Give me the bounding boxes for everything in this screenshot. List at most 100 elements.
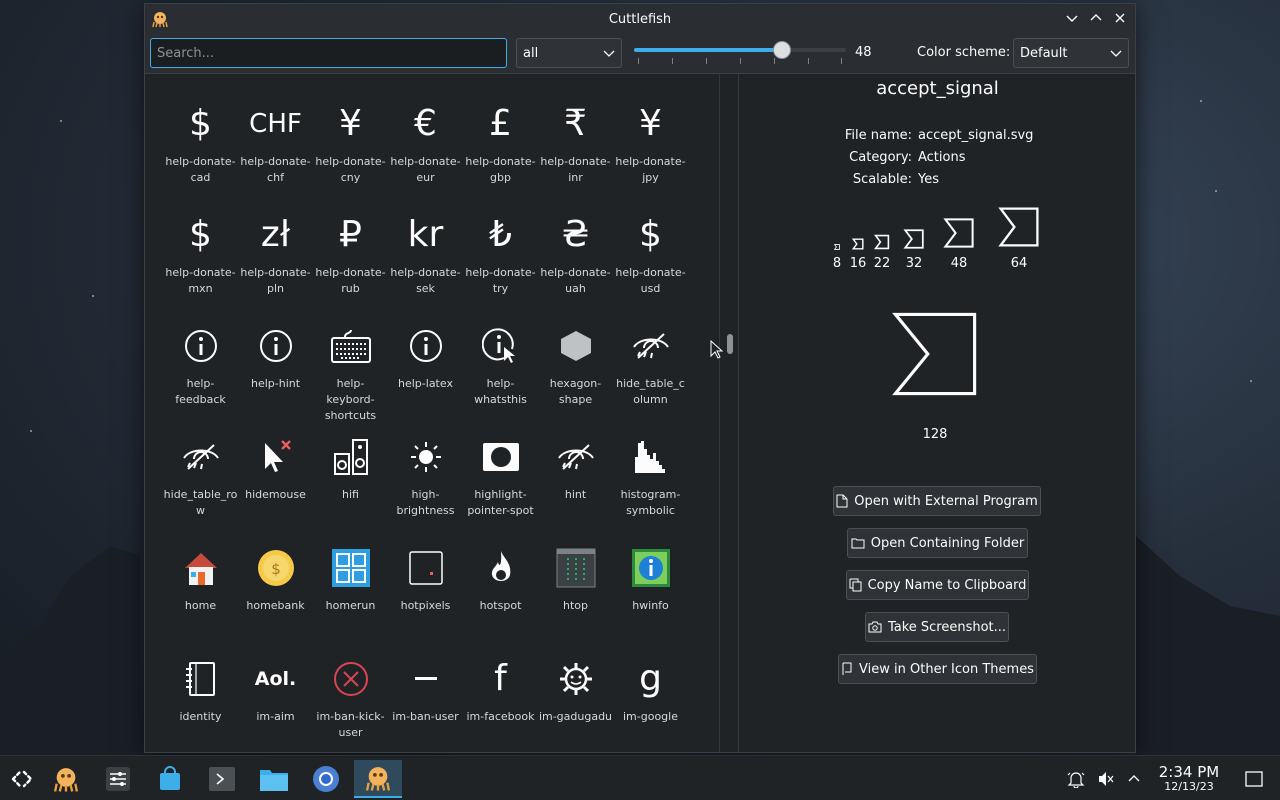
taskbar-discover[interactable] xyxy=(148,760,192,798)
icon-glyph: kr xyxy=(407,214,444,255)
contact-book-icon xyxy=(179,657,223,701)
close-button[interactable] xyxy=(1111,9,1129,27)
icon-grid-item[interactable]: homerun xyxy=(313,540,388,651)
open-folder-button[interactable]: Open Containing Folder xyxy=(847,528,1028,558)
dollar-icon: $ xyxy=(629,213,673,257)
icon-grid-item[interactable]: $ help-donate-usd xyxy=(613,207,688,318)
icon-grid-item[interactable]: ₽ help-donate-rub xyxy=(313,207,388,318)
facebook-icon: f xyxy=(479,657,523,701)
icon-grid-item[interactable]: hint xyxy=(538,429,613,540)
other-themes-button[interactable]: View in Other Icon Themes xyxy=(838,654,1037,684)
icon-grid-item[interactable]: histogram-symbolic xyxy=(613,429,688,540)
icon-grid-item[interactable]: hifi xyxy=(313,429,388,540)
icon-grid-label: help-donate-try xyxy=(465,266,536,295)
slider-handle[interactable] xyxy=(773,41,791,59)
icon-grid-item[interactable]: highlight-pointer-spot xyxy=(463,429,538,540)
preview-size-8: 8 xyxy=(828,244,846,271)
minimize-button[interactable] xyxy=(1063,9,1081,27)
icon-grid-view[interactable]: $ help-donate-cad CHF help-donate-chf ¥ help-… xyxy=(145,74,719,752)
preview-size-32: 32 xyxy=(894,228,934,271)
icon-size-slider[interactable] xyxy=(634,38,846,68)
icon-glyph: $ xyxy=(189,103,212,144)
copy-name-button[interactable]: Copy Name to Clipboard xyxy=(846,570,1029,600)
taskbar-chromium[interactable] xyxy=(304,760,348,798)
icon-properties: File name: accept_signal.svg Category: Act… xyxy=(740,124,1137,190)
scrollbar-thumb[interactable] xyxy=(727,334,733,354)
icon-grid-item[interactable]: kr help-donate-sek xyxy=(388,207,463,318)
icon-grid-item[interactable]: im-ban-kick-user xyxy=(313,651,388,752)
settings-sliders-icon xyxy=(106,767,130,791)
accept-signal-icon xyxy=(892,312,977,396)
title-bar[interactable]: Cuttlefish xyxy=(145,4,1135,34)
icon-grid-item[interactable]: hide_table_row xyxy=(163,429,238,540)
icon-grid-item[interactable]: hidemouse xyxy=(238,429,313,540)
file-name-label: File name: xyxy=(844,127,912,143)
icon-grid-label: help-donate-jpy xyxy=(615,155,686,184)
maximize-button[interactable] xyxy=(1087,9,1105,27)
icon-grid-item[interactable]: im-gadugadu xyxy=(538,651,613,752)
icon-grid-item[interactable]: ¥ help-donate-jpy xyxy=(613,96,688,207)
clock-time: 2:34 PM xyxy=(1158,763,1220,781)
icon-grid-item[interactable]: identity xyxy=(163,651,238,752)
app-launcher-button[interactable] xyxy=(0,760,44,798)
icon-grid-item[interactable]: g im-google xyxy=(613,651,688,752)
icon-grid-item[interactable]: ₹ help-donate-inr xyxy=(538,96,613,207)
icon-grid-item[interactable]: $ help-donate-cad xyxy=(163,96,238,207)
icon-grid-item[interactable]: $ homebank xyxy=(238,540,313,651)
icon-grid-item[interactable]: Aol. im-aim xyxy=(238,651,313,752)
icon-grid-item[interactable]: high-brightness xyxy=(388,429,463,540)
icon-grid-item[interactable]: hotspot xyxy=(463,540,538,651)
chevron-up-icon xyxy=(1128,775,1140,782)
take-screenshot-button[interactable]: Take Screenshot... xyxy=(865,612,1009,642)
icon-grid-item[interactable]: $ help-donate-mxn xyxy=(163,207,238,318)
icon-grid-item[interactable]: f im-facebook xyxy=(463,651,538,752)
wallpaper-star xyxy=(1200,100,1202,102)
category-select[interactable]: all xyxy=(516,38,622,68)
icon-glyph: £ xyxy=(489,103,512,144)
browser-icon xyxy=(313,766,339,792)
color-scheme-select[interactable]: Default xyxy=(1013,38,1129,68)
icon-grid-item[interactable]: € help-donate-eur xyxy=(388,96,463,207)
taskbar-konsole[interactable] xyxy=(200,760,244,798)
icon-grid-item[interactable]: hotpixels xyxy=(388,540,463,651)
icon-grid-item[interactable]: ₴ help-donate-uah xyxy=(538,207,613,318)
icon-grid-item[interactable]: hwinfo xyxy=(613,540,688,651)
clock[interactable]: 2:34 PM 12/13/23 xyxy=(1156,764,1222,794)
icon-grid-item[interactable]: home xyxy=(163,540,238,651)
icon-grid-item[interactable]: help-whatsthis xyxy=(463,318,538,429)
icon-grid-label: help-whatsthis xyxy=(474,377,527,406)
krona-icon: kr xyxy=(404,213,448,257)
open-external-button[interactable]: Open with External Program xyxy=(833,486,1041,516)
file-name-value: accept_signal.svg xyxy=(918,127,1034,143)
icon-grid-label: help-donate-chf xyxy=(240,155,311,184)
icon-grid-item[interactable]: CHF help-donate-chf xyxy=(238,96,313,207)
icon-grid-item[interactable]: help-hint xyxy=(238,318,313,429)
info-circle-icon xyxy=(404,324,448,368)
icon-grid-item[interactable]: ₺ help-donate-try xyxy=(463,207,538,318)
taskbar-cuttlefish-active[interactable] xyxy=(354,760,402,798)
taskbar-dolphin[interactable] xyxy=(252,760,296,798)
icon-grid-item[interactable]: help-feedback xyxy=(163,318,238,429)
icon-grid-item[interactable]: £ help-donate-gbp xyxy=(463,96,538,207)
icon-grid-item[interactable]: zł help-donate-pln xyxy=(238,207,313,318)
hotpixel-icon xyxy=(404,546,448,590)
show-desktop-button[interactable] xyxy=(1234,760,1274,798)
taskbar-system-settings[interactable] xyxy=(96,760,140,798)
icon-grid-item[interactable]: hide_table_column xyxy=(613,318,688,429)
icon-grid-item[interactable]: help-latex xyxy=(388,318,463,429)
search-input[interactable] xyxy=(150,38,507,68)
icon-grid-item[interactable]: im-ban-user xyxy=(388,651,463,752)
icon-grid-label: hotspot xyxy=(479,599,522,612)
tray-expander[interactable] xyxy=(1116,760,1152,798)
grid-scrollbar[interactable] xyxy=(719,74,739,752)
taskbar-cuttlefish-launcher[interactable] xyxy=(44,760,88,798)
icon-glyph: $ xyxy=(639,214,662,255)
icon-grid-label: help-keybord-shortcuts xyxy=(324,377,377,422)
icon-grid-item[interactable]: hexagon-shape xyxy=(538,318,613,429)
slider-tick xyxy=(774,58,775,64)
icon-grid-item[interactable]: ¥ help-donate-cny xyxy=(313,96,388,207)
preview-size-16: 16 xyxy=(846,238,870,271)
icon-grid-item[interactable]: help-keybord-shortcuts xyxy=(313,318,388,429)
icon-grid-item[interactable]: htop xyxy=(538,540,613,651)
size-label: 128 xyxy=(922,427,948,442)
